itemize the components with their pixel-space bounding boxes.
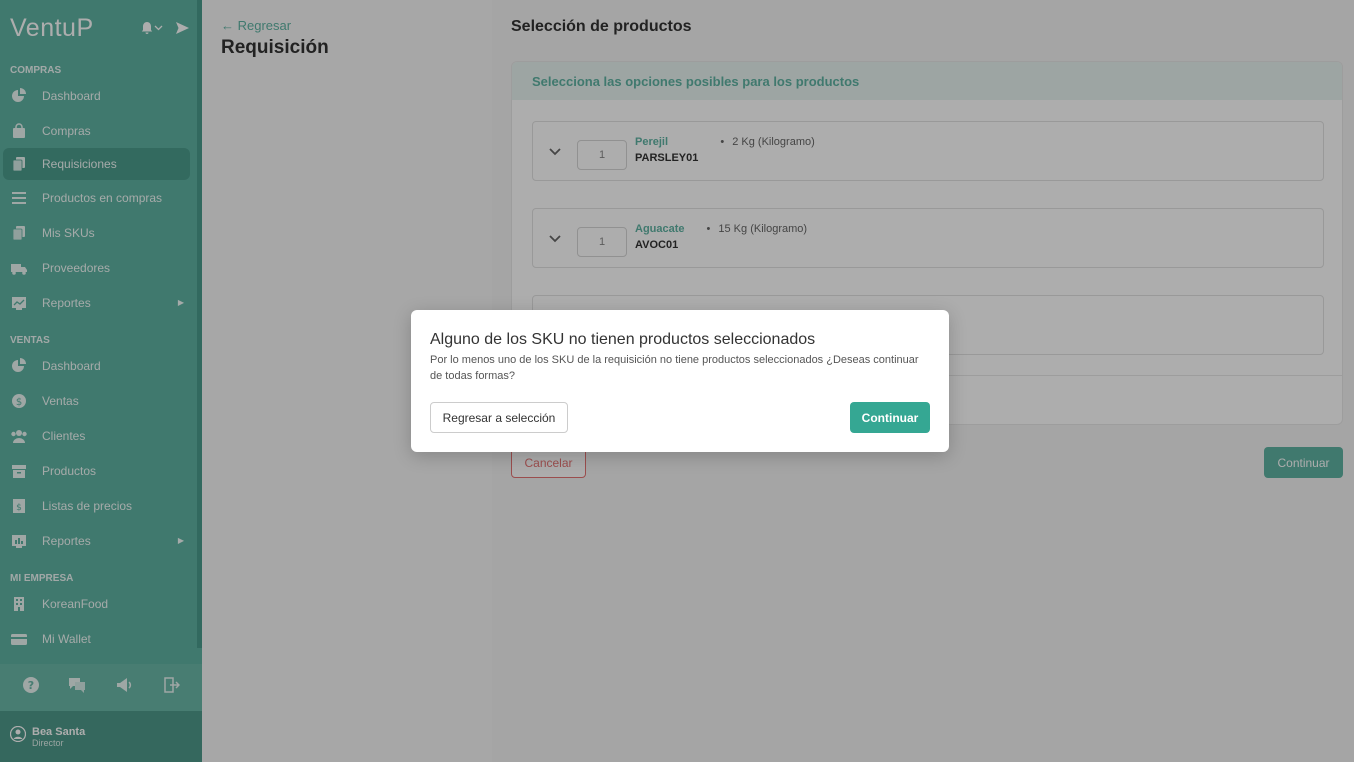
dialog-title: Alguno de los SKU no tienen productos se… — [430, 331, 816, 348]
back-to-selection-button[interactable]: Regresar a selección — [430, 402, 568, 433]
dialog-continue-button[interactable]: Continuar — [850, 402, 930, 433]
confirmation-dialog: Alguno de los SKU no tienen productos se… — [411, 310, 949, 452]
dialog-message: Por lo menos uno de los SKU de la requis… — [430, 354, 919, 382]
